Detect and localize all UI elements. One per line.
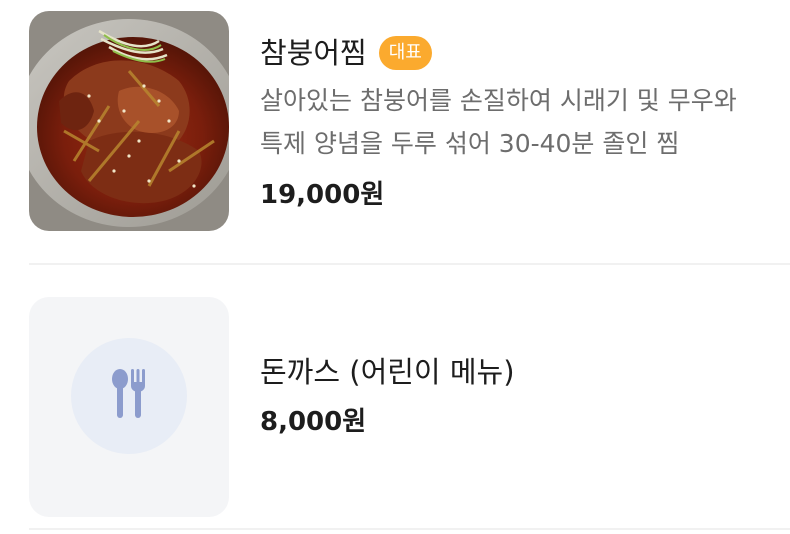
menu-item-name-row: 돈까스 (어린이 메뉴) <box>260 352 790 392</box>
menu-item-name: 돈까스 (어린이 메뉴) <box>260 355 515 389</box>
menu-list: 참붕어찜 대표 살아있는 참붕어를 손질하여 시래기 및 무우와 특제 양념을 … <box>29 0 790 530</box>
menu-item-info: 참붕어찜 대표 살아있는 참붕어를 손질하여 시래기 및 무우와 특제 양념을 … <box>260 33 790 213</box>
placeholder-circle <box>71 338 187 454</box>
menu-item-photo[interactable] <box>29 11 229 231</box>
spoon-fork-icon <box>112 369 145 418</box>
menu-item-info: 돈까스 (어린이 메뉴) 8,000원 <box>260 352 790 440</box>
braised-fish-photo-icon <box>29 11 229 231</box>
menu-item-name: 참붕어찜 <box>260 36 367 70</box>
menu-item-name-row: 참붕어찜 대표 <box>260 33 790 73</box>
menu-item-pork-cutlet-kids[interactable]: 돈까스 (어린이 메뉴) 8,000원 <box>29 265 790 530</box>
menu-item-photo-placeholder[interactable] <box>29 297 229 517</box>
menu-item-price: 8,000원 <box>260 407 367 437</box>
menu-item-description-line: 살아있는 참붕어를 손질하여 시래기 및 무우와 <box>260 86 737 115</box>
signature-badge: 대표 <box>378 36 432 70</box>
menu-item-braised-crucian-carp[interactable]: 참붕어찜 대표 살아있는 참붕어를 손질하여 시래기 및 무우와 특제 양념을 … <box>29 0 790 264</box>
menu-item-description-line: 특제 양념을 두루 섞어 30-40분 졸인 찜 <box>260 129 680 158</box>
menu-item-price: 19,000원 <box>260 180 385 210</box>
menu-divider <box>29 528 790 530</box>
menu-item-description: 살아있는 참붕어를 손질하여 시래기 및 무우와 특제 양념을 두루 섞어 30… <box>260 79 790 165</box>
